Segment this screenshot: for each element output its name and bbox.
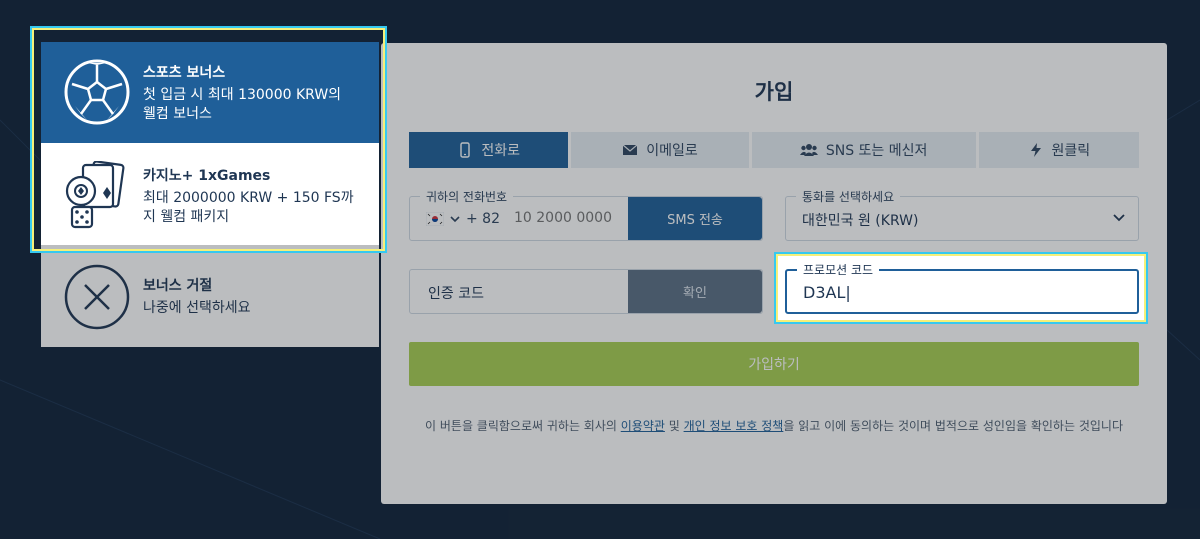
bonus-title: 카지노+ 1xGames — [143, 168, 271, 184]
soccer-ball-icon — [64, 59, 130, 125]
bonus-description: 최대 2000000 KRW + 150 FS까지 웰컴 패키지 — [143, 190, 354, 225]
bonus-option-casino[interactable]: 카지노+ 1xGames 최대 2000000 KRW + 150 FS까지 웰… — [41, 143, 379, 245]
bonus-title: 스포츠 보너스 — [143, 65, 226, 81]
promo-code-field: 프로모션 코드 — [785, 261, 1139, 314]
promo-code-input[interactable] — [803, 283, 1103, 302]
casino-cards-dice-icon — [65, 161, 125, 229]
promo-code-legend: 프로모션 코드 — [797, 261, 880, 278]
bonus-option-sports[interactable]: 스포츠 보너스 첫 입금 시 최대 130000 KRW의 웰컴 보너스 — [41, 42, 379, 143]
bonus-description: 첫 입금 시 최대 130000 KRW의 웰컴 보너스 — [143, 87, 342, 122]
decline-dim — [41, 245, 379, 347]
